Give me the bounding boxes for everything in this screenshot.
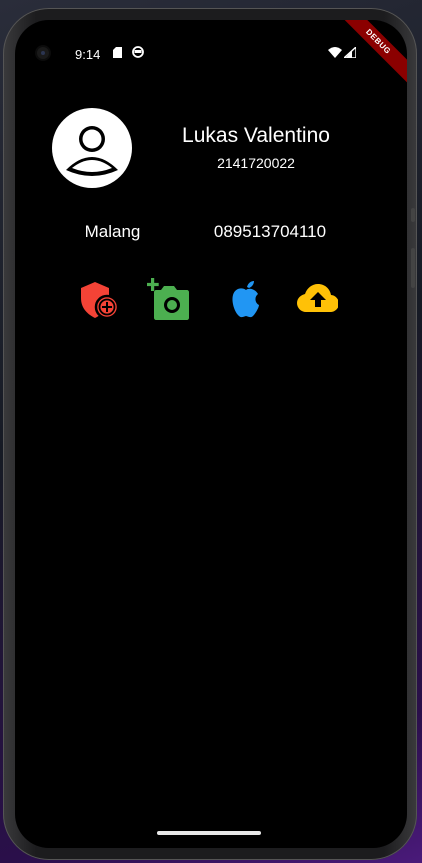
status-time: 9:14: [75, 47, 101, 62]
account-circle-icon: [66, 126, 118, 176]
wifi-icon: [328, 47, 342, 58]
profile-id: 2141720022: [217, 155, 295, 171]
cell-signal-icon: [344, 47, 356, 58]
home-indicator[interactable]: [157, 831, 261, 835]
profile-name: Lukas Valentino: [182, 124, 330, 147]
volume-button: [411, 208, 415, 222]
avatar: [52, 108, 132, 188]
app-screen: 9:14 DEBUG Lukas Valentino 2141720022 Ma…: [15, 20, 407, 848]
front-camera: [37, 47, 49, 59]
sd-card-icon: [113, 47, 122, 58]
sync-icon: [132, 46, 144, 58]
cloud-upload-icon[interactable]: [296, 278, 338, 320]
profile-phone: 089513704110: [213, 222, 327, 241]
power-button: [411, 248, 415, 288]
add-a-photo-icon[interactable]: [147, 278, 189, 320]
profile-city: Malang: [84, 222, 141, 241]
apple-icon[interactable]: [225, 278, 267, 320]
status-bar: 9:14 DEBUG: [15, 20, 407, 87]
add-moderator-icon[interactable]: [79, 278, 121, 320]
